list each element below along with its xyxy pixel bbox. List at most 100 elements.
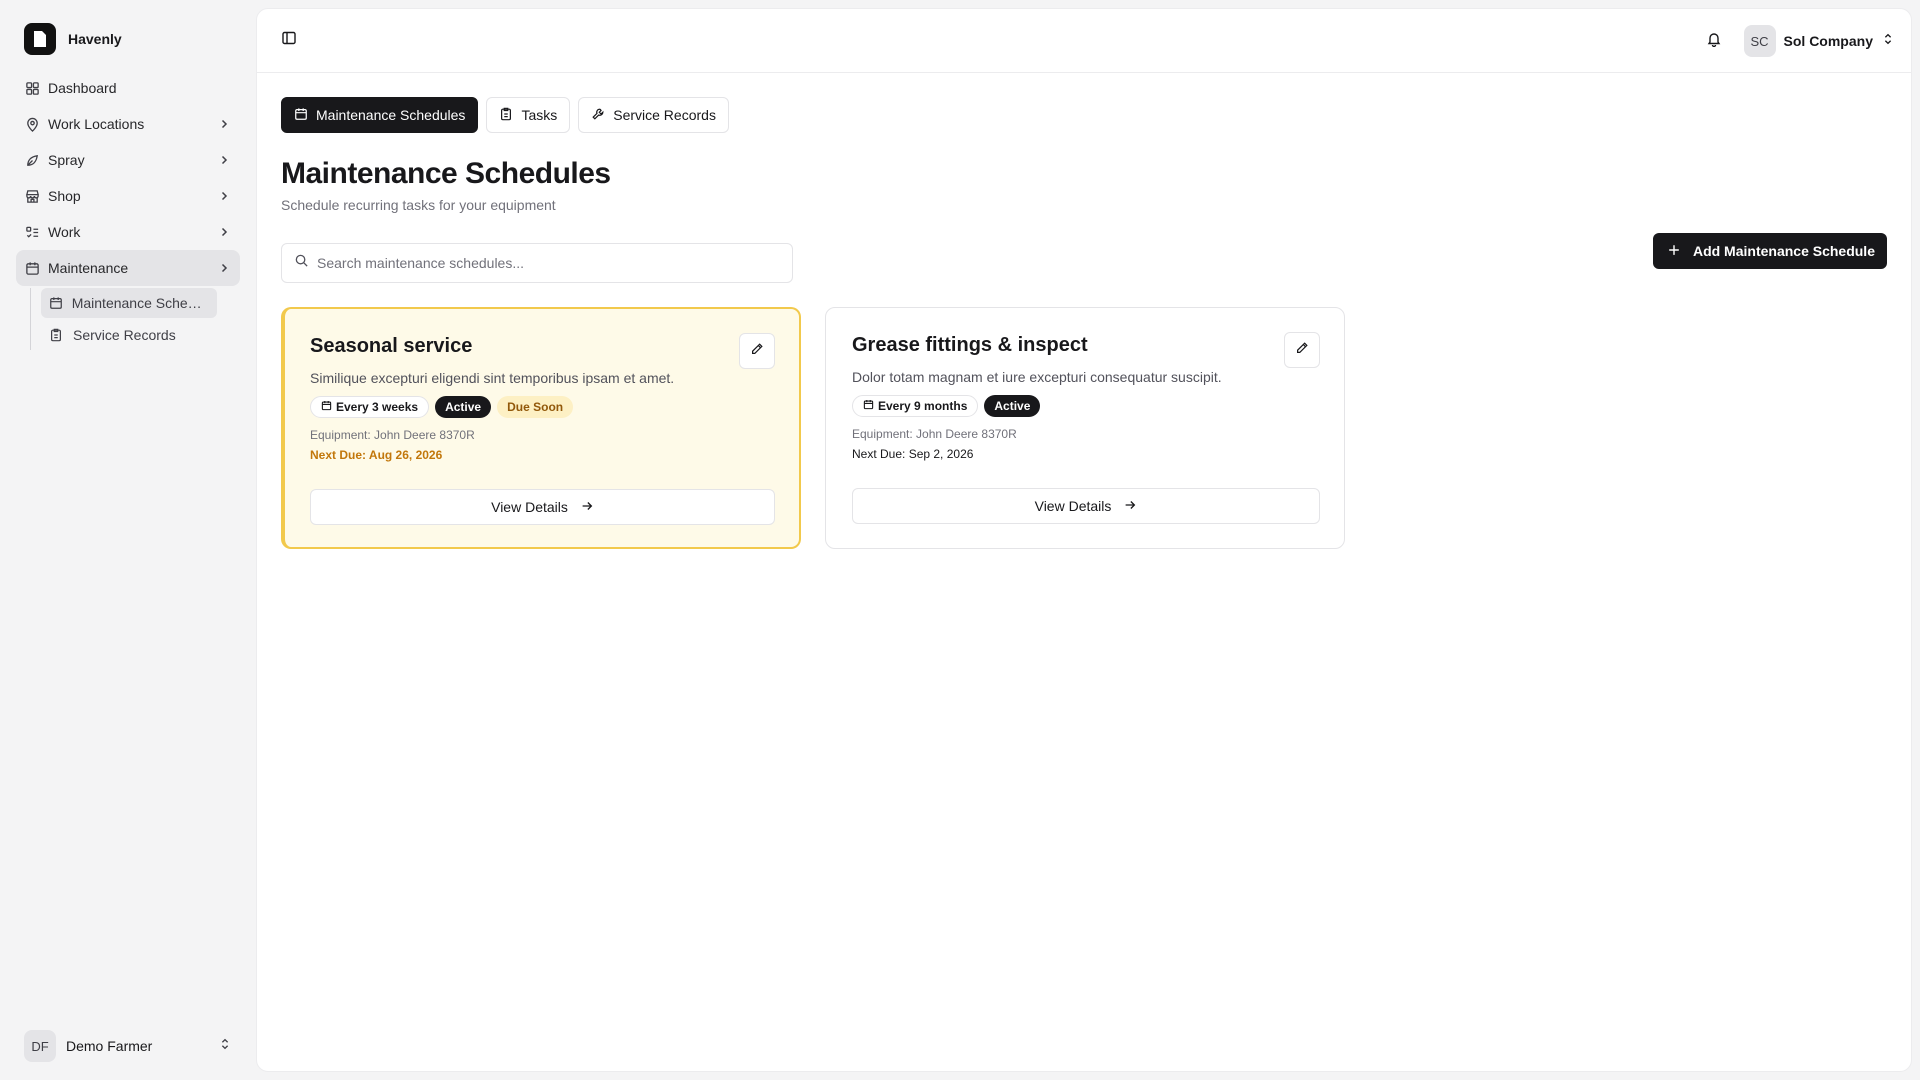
sidebar-item-shop[interactable]: Shop <box>16 178 240 214</box>
calendar-icon <box>49 295 64 311</box>
store-icon <box>24 188 40 204</box>
sidebar-subitem-label: Service Records <box>73 327 176 343</box>
search-icon <box>294 253 309 273</box>
bell-icon <box>1706 31 1722 52</box>
arrow-right-icon <box>1123 498 1137 515</box>
status-badge: Active <box>984 395 1041 417</box>
app-logo-icon <box>24 23 56 55</box>
view-details-button[interactable]: View Details <box>310 489 775 525</box>
pencil-icon <box>750 342 764 361</box>
tab-label: Tasks <box>521 107 558 123</box>
search-input[interactable] <box>317 255 780 271</box>
frequency-badge: Every 9 months <box>852 395 979 417</box>
user-name: Demo Farmer <box>66 1038 153 1054</box>
sidebar-item-dashboard[interactable]: Dashboard <box>16 70 240 106</box>
company-name: Sol Company <box>1783 33 1873 49</box>
page-title: Maintenance Schedules <box>281 157 611 190</box>
schedule-cards: Seasonal service Similique excepturi eli… <box>281 307 1887 549</box>
sidebar-nav: Dashboard Work Locations Spray Shop Work… <box>16 70 240 350</box>
sidebar-item-work[interactable]: Work <box>16 214 240 250</box>
frequency-badge: Every 3 weeks <box>310 396 430 418</box>
panel-left-icon <box>281 30 297 51</box>
chevrons-up-down-icon <box>1881 32 1895 51</box>
sidebar-subitem-label: Maintenance Schedules <box>71 295 209 311</box>
calendar-icon <box>24 260 40 276</box>
equipment-label: Equipment: John Deere 8370R <box>852 427 1017 441</box>
view-details-label: View Details <box>491 499 568 515</box>
card-badges: Every 3 weeks Active Due Soon <box>310 396 775 418</box>
sidebar-item-label: Work <box>48 224 81 240</box>
card-description: Dolor totam magnam et iure excepturi con… <box>852 369 1222 385</box>
sidebar-item-work-locations[interactable]: Work Locations <box>16 106 240 142</box>
company-avatar: SC <box>1743 25 1776 57</box>
company-switcher[interactable]: SC Sol Company <box>1743 25 1895 57</box>
search-box <box>281 243 793 283</box>
chevron-right-icon <box>216 224 232 240</box>
chevrons-up-down-icon <box>218 1037 232 1056</box>
map-pin-icon <box>24 116 40 132</box>
main-panel: SC Sol Company Maintenance Schedules Tas… <box>256 8 1912 1072</box>
page-content: Maintenance Schedules Tasks Service Reco… <box>257 73 1911 573</box>
sidebar-item-label: Work Locations <box>48 116 145 132</box>
sidebar: Havenly Dashboard Work Locations Spray S… <box>0 0 256 1080</box>
plus-icon <box>1667 243 1681 260</box>
card-title: Grease fittings & inspect <box>852 334 1088 356</box>
clipboard-icon <box>49 327 65 343</box>
card-description: Similique excepturi eligendi sint tempor… <box>310 370 675 386</box>
edit-button[interactable] <box>739 333 775 369</box>
grid-icon <box>24 80 40 96</box>
sidebar-item-maintenance[interactable]: Maintenance <box>16 250 240 286</box>
sidebar-item-spray[interactable]: Spray <box>16 142 240 178</box>
status-badge: Active <box>435 396 492 418</box>
card-badges: Every 9 months Active <box>852 395 1320 417</box>
add-button-label: Add Maintenance Schedule <box>1692 243 1875 259</box>
pencil-icon <box>1295 341 1309 360</box>
calendar-icon <box>321 400 332 414</box>
next-due-label: Next Due: Aug 26, 2026 <box>310 448 443 462</box>
tab-bar: Maintenance Schedules Tasks Service Reco… <box>281 97 1887 133</box>
card-title: Seasonal service <box>310 335 473 357</box>
schedule-card: Seasonal service Similique excepturi eli… <box>281 307 801 549</box>
next-due-label: Next Due: Sep 2, 2026 <box>852 447 974 461</box>
sidebar-item-label: Dashboard <box>48 80 117 96</box>
topbar-actions: SC Sol Company <box>1696 23 1895 59</box>
avatar: DF <box>24 1030 56 1062</box>
tab-tasks[interactable]: Tasks <box>486 97 571 133</box>
chevron-right-icon <box>216 260 232 276</box>
due-soon-badge: Due Soon <box>497 396 574 418</box>
clipboard-icon <box>499 107 513 124</box>
list-check-icon <box>24 224 40 240</box>
app-name: Havenly <box>68 31 122 47</box>
tab-label: Service Records <box>613 107 716 123</box>
sidebar-item-label: Shop <box>48 188 81 204</box>
chevron-right-icon <box>216 188 232 204</box>
chevron-right-icon <box>216 116 232 132</box>
topbar: SC Sol Company <box>257 9 1911 73</box>
edit-button[interactable] <box>1284 332 1320 368</box>
tab-maintenance-schedules[interactable]: Maintenance Schedules <box>281 97 479 133</box>
equipment-label: Equipment: John Deere 8370R <box>310 428 475 442</box>
add-maintenance-schedule-button[interactable]: Add Maintenance Schedule <box>1652 233 1887 269</box>
sidebar-subitem-service-records[interactable]: Service Records <box>41 320 217 350</box>
schedule-card: Grease fittings & inspect Dolor totam ma… <box>825 307 1345 549</box>
page-subtitle: Schedule recurring tasks for your equipm… <box>281 197 556 213</box>
maintenance-subnav: Maintenance Schedules Service Records <box>30 288 240 350</box>
chevron-right-icon <box>216 152 232 168</box>
sidebar-toggle-button[interactable] <box>273 25 305 57</box>
notifications-button[interactable] <box>1696 23 1732 59</box>
arrow-right-icon <box>580 499 594 516</box>
view-details-button[interactable]: View Details <box>852 488 1320 524</box>
sidebar-item-label: Maintenance <box>48 260 129 276</box>
user-menu[interactable]: DF Demo Farmer <box>24 1030 232 1062</box>
calendar-icon <box>294 107 308 124</box>
view-details-label: View Details <box>1034 498 1112 514</box>
spray-icon <box>24 152 40 168</box>
sidebar-subitem-maintenance-schedules[interactable]: Maintenance Schedules <box>41 288 217 318</box>
brand[interactable]: Havenly <box>16 20 240 58</box>
tab-service-records[interactable]: Service Records <box>578 97 729 133</box>
wrench-icon <box>591 107 605 124</box>
sidebar-item-label: Spray <box>48 152 85 168</box>
calendar-icon <box>863 399 874 413</box>
frequency-label: Every 9 months <box>878 399 968 413</box>
frequency-label: Every 3 weeks <box>336 400 419 414</box>
